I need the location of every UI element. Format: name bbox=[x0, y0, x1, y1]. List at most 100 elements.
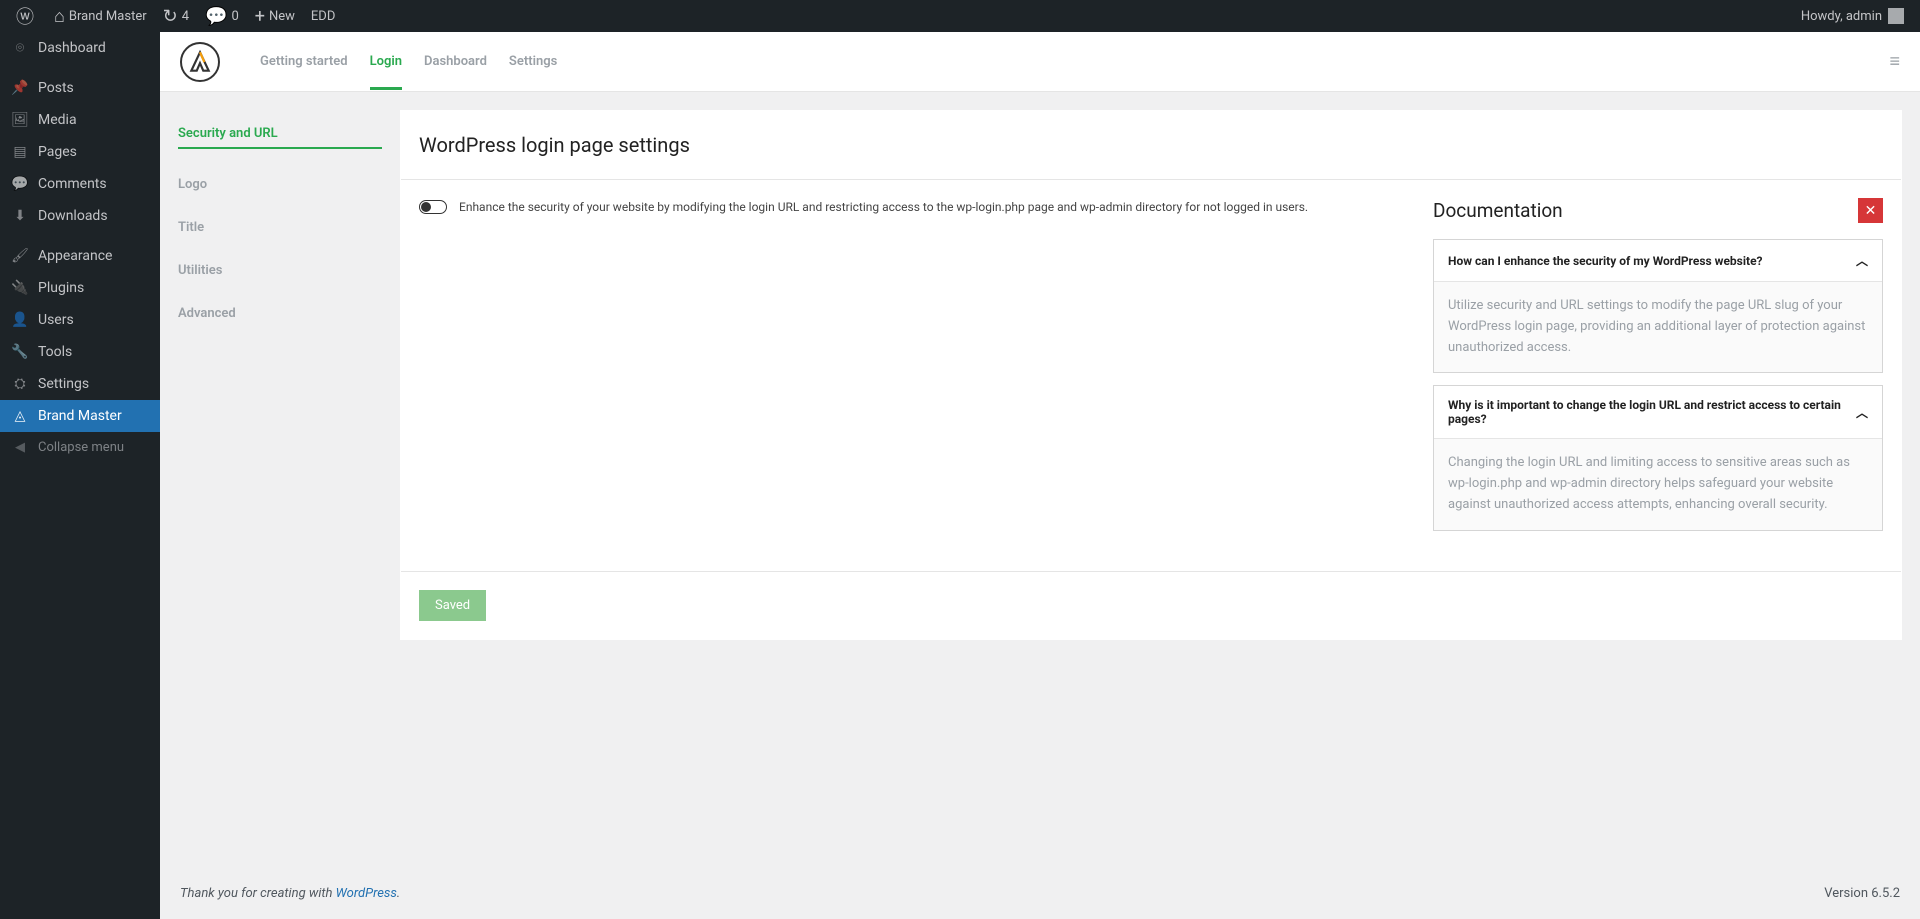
tab-login[interactable]: Login bbox=[370, 34, 402, 89]
security-toggle[interactable] bbox=[419, 200, 447, 214]
menu-label: Media bbox=[38, 112, 77, 128]
menu-pages[interactable]: ▤ Pages bbox=[0, 136, 160, 168]
documentation-panel: Documentation ✕ How can I enhance the se… bbox=[1433, 198, 1883, 543]
sliders-icon: ⛭ bbox=[10, 376, 30, 392]
pin-icon: 📌 bbox=[10, 80, 30, 96]
menu-posts[interactable]: 📌 Posts bbox=[0, 72, 160, 104]
refresh-icon: ↻ bbox=[163, 6, 178, 27]
accordion-item: Why is it important to change the login … bbox=[1433, 385, 1883, 530]
tab-getting-started[interactable]: Getting started bbox=[260, 34, 348, 89]
page-title: WordPress login page settings bbox=[419, 133, 1883, 157]
menu-comments[interactable]: 💬 Comments bbox=[0, 168, 160, 200]
saved-button[interactable]: Saved bbox=[419, 590, 486, 621]
tab-settings[interactable]: Settings bbox=[509, 34, 557, 89]
dashboard-icon: ⌾ bbox=[10, 40, 30, 56]
accordion-body: Utilize security and URL settings to mod… bbox=[1434, 281, 1882, 372]
accordion-item: How can I enhance the security of my Wor… bbox=[1433, 239, 1883, 373]
setting-row: Enhance the security of your website by … bbox=[419, 198, 1403, 543]
brand-master-icon: ◬ bbox=[10, 408, 30, 424]
footer-credit: Thank you for creating with WordPress. bbox=[180, 886, 400, 901]
accordion-question: How can I enhance the security of my Wor… bbox=[1448, 254, 1763, 268]
setting-description: Enhance the security of your website by … bbox=[459, 198, 1308, 216]
subnav-title[interactable]: Title bbox=[178, 212, 382, 243]
menu-label: Settings bbox=[38, 376, 89, 392]
new-link[interactable]: + New bbox=[247, 0, 303, 32]
edd-link[interactable]: EDD bbox=[303, 0, 343, 32]
menu-media[interactable]: 🖼 Media bbox=[0, 104, 160, 136]
subnav: Security and URL Logo Title Utilities Ad… bbox=[160, 92, 400, 868]
menu-downloads[interactable]: ⬇ Downloads bbox=[0, 200, 160, 232]
settings-card: WordPress login page settings Enhance th… bbox=[400, 110, 1902, 640]
new-label: New bbox=[269, 9, 295, 24]
menu-settings[interactable]: ⛭ Settings bbox=[0, 368, 160, 400]
subnav-security[interactable]: Security and URL bbox=[178, 118, 382, 157]
menu-label: Pages bbox=[38, 144, 77, 160]
menu-label: Brand Master bbox=[38, 408, 122, 424]
accordion-header[interactable]: Why is it important to change the login … bbox=[1434, 386, 1882, 438]
chevron-up-icon: ︿ bbox=[1856, 404, 1868, 421]
menu-label: Collapse menu bbox=[38, 440, 124, 455]
site-name: Brand Master bbox=[69, 9, 147, 24]
admin-menu: ⌾ Dashboard 📌 Posts 🖼 Media ▤ Pages 💬 Comment… bbox=[0, 32, 160, 919]
close-icon[interactable]: ✕ bbox=[1858, 198, 1883, 223]
media-icon: 🖼 bbox=[10, 112, 30, 128]
doc-title: Documentation bbox=[1433, 199, 1563, 222]
updates-count: 4 bbox=[182, 9, 189, 24]
wordpress-icon: ⓦ bbox=[16, 3, 34, 29]
subnav-utilities[interactable]: Utilities bbox=[178, 255, 382, 286]
chevron-up-icon: ︿ bbox=[1856, 252, 1868, 269]
site-link[interactable]: ⌂ Brand Master bbox=[46, 0, 155, 32]
version-label: Version 6.5.2 bbox=[1824, 886, 1900, 901]
accordion-header[interactable]: How can I enhance the security of my Wor… bbox=[1434, 240, 1882, 281]
menu-dashboard[interactable]: ⌾ Dashboard bbox=[0, 32, 160, 64]
edd-label: EDD bbox=[311, 9, 335, 24]
download-icon: ⬇ bbox=[10, 208, 30, 224]
subnav-advanced[interactable]: Advanced bbox=[178, 298, 382, 329]
menu-label: Comments bbox=[38, 176, 107, 192]
menu-label: Dashboard bbox=[38, 40, 106, 56]
plus-icon: + bbox=[255, 6, 265, 27]
comments-link[interactable]: 💬0 bbox=[197, 0, 247, 32]
admin-bar-right: Howdy, admin bbox=[1793, 0, 1912, 32]
menu-tools[interactable]: 🔧 Tools bbox=[0, 336, 160, 368]
footer-text: Thank you for creating with bbox=[180, 886, 336, 901]
home-icon: ⌂ bbox=[54, 6, 65, 27]
accordion-question: Why is it important to change the login … bbox=[1448, 398, 1856, 426]
tab-dashboard[interactable]: Dashboard bbox=[424, 34, 487, 89]
page-icon: ▤ bbox=[10, 144, 30, 160]
menu-users[interactable]: 👤 Users bbox=[0, 304, 160, 336]
plugin-tabs: Getting started Login Dashboard Settings bbox=[260, 34, 557, 89]
menu-appearance[interactable]: 🖌 Appearance bbox=[0, 240, 160, 272]
admin-bar-left: ⓦ ⌂Brand Master ↻4 💬0 +New EDD bbox=[8, 0, 343, 32]
brush-icon: 🖌 bbox=[10, 248, 30, 264]
account-link[interactable]: Howdy, admin bbox=[1793, 0, 1912, 32]
menu-brand-master[interactable]: ◬ Brand Master bbox=[0, 400, 160, 432]
inner-body: Security and URL Logo Title Utilities Ad… bbox=[160, 92, 1920, 868]
wrench-icon: 🔧 bbox=[10, 344, 30, 360]
updates-link[interactable]: ↻4 bbox=[155, 0, 197, 32]
collapse-icon: ◀ bbox=[10, 440, 30, 455]
page-footer: Thank you for creating with WordPress. V… bbox=[160, 868, 1920, 919]
wordpress-link[interactable]: WordPress bbox=[336, 886, 397, 901]
main-panel: WordPress login page settings Enhance th… bbox=[400, 92, 1920, 868]
card-body: Enhance the security of your website by … bbox=[401, 180, 1901, 561]
card-header: WordPress login page settings bbox=[401, 111, 1901, 180]
comment-icon: 💬 bbox=[205, 6, 227, 27]
menu-label: Users bbox=[38, 312, 74, 328]
subnav-logo[interactable]: Logo bbox=[178, 169, 382, 200]
menu-label: Tools bbox=[38, 344, 72, 360]
plug-icon: 🔌 bbox=[10, 280, 30, 296]
menu-plugins[interactable]: 🔌Plugins bbox=[0, 272, 160, 304]
user-icon: 👤 bbox=[10, 312, 30, 328]
avatar-icon bbox=[1888, 8, 1904, 24]
menu-collapse[interactable]: ◀ Collapse menu bbox=[0, 432, 160, 463]
menu-label: Posts bbox=[38, 80, 74, 96]
hamburger-icon[interactable]: ≡ bbox=[1889, 51, 1900, 72]
menu-label: Appearance bbox=[38, 248, 112, 264]
wp-logo[interactable]: ⓦ bbox=[8, 0, 46, 32]
howdy-label: Howdy, admin bbox=[1801, 9, 1882, 24]
card-footer: Saved bbox=[401, 571, 1901, 639]
comments-count: 0 bbox=[231, 9, 238, 24]
comment-icon: 💬 bbox=[10, 176, 30, 192]
menu-label: Downloads bbox=[38, 208, 108, 224]
